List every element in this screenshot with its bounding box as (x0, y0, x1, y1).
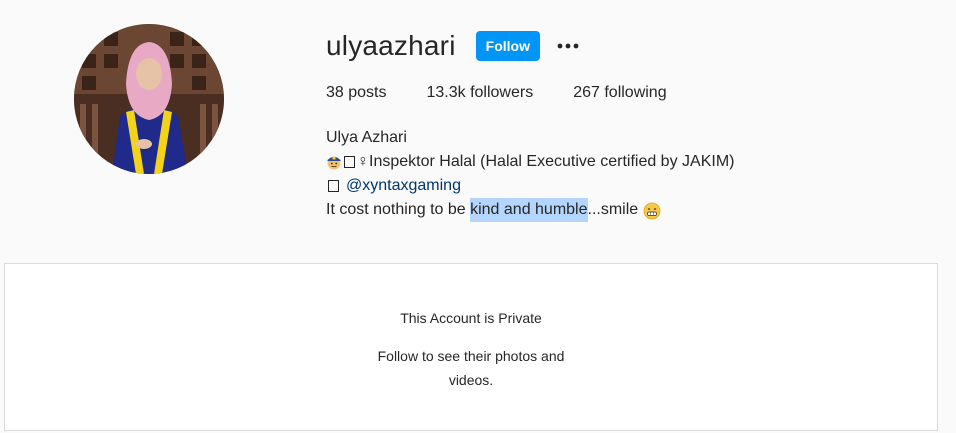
private-account-subtitle: Follow to see their photos and videos. (377, 348, 565, 388)
female-sign: ♀ (357, 153, 369, 170)
bio-line-mention: @xyntaxgaming (326, 174, 734, 198)
followers-count[interactable]: 13.3k followers (426, 84, 533, 102)
bio: Ulya Azhari ♀ Inspektor Halal (Halal Exe… (326, 126, 734, 222)
private-account-title: This Account is Private (400, 310, 542, 326)
follow-button[interactable]: Follow (475, 31, 540, 61)
avatar-photo (74, 24, 224, 174)
more-options-icon[interactable] (556, 34, 580, 58)
bio-full-name: Ulya Azhari (326, 129, 407, 146)
avatar[interactable] (74, 24, 224, 174)
bio-quote-end: ...smile (587, 201, 639, 218)
posts-count: 38 posts (326, 84, 387, 101)
profile-header: ulyaazhari Follow 38 posts 13.3k followe… (0, 0, 956, 262)
bio-quote-start: It cost nothing to be (326, 201, 471, 218)
username-row: ulyaazhari Follow (326, 26, 580, 66)
selected-text: kind and humble (470, 198, 588, 222)
missing-glyph-box (328, 180, 339, 192)
bio-line-quote: It cost nothing to be kind and humble ..… (326, 198, 734, 222)
bio-job-text: Inspektor Halal (Halal Executive certifi… (369, 153, 735, 170)
following-count[interactable]: 267 following (573, 84, 666, 102)
police-officer-emoji (326, 154, 342, 170)
profile-stats: 38 posts 13.3k followers 267 following (326, 84, 707, 102)
missing-glyph-box (344, 156, 355, 168)
private-account-panel: This Account is Private Follow to see th… (4, 263, 938, 431)
username: ulyaazhari (326, 30, 456, 61)
bio-line-job: ♀ Inspektor Halal (Halal Executive certi… (326, 150, 734, 174)
mention-link[interactable]: @xyntaxgaming (346, 174, 461, 198)
grinning-face-emoji (643, 202, 661, 220)
